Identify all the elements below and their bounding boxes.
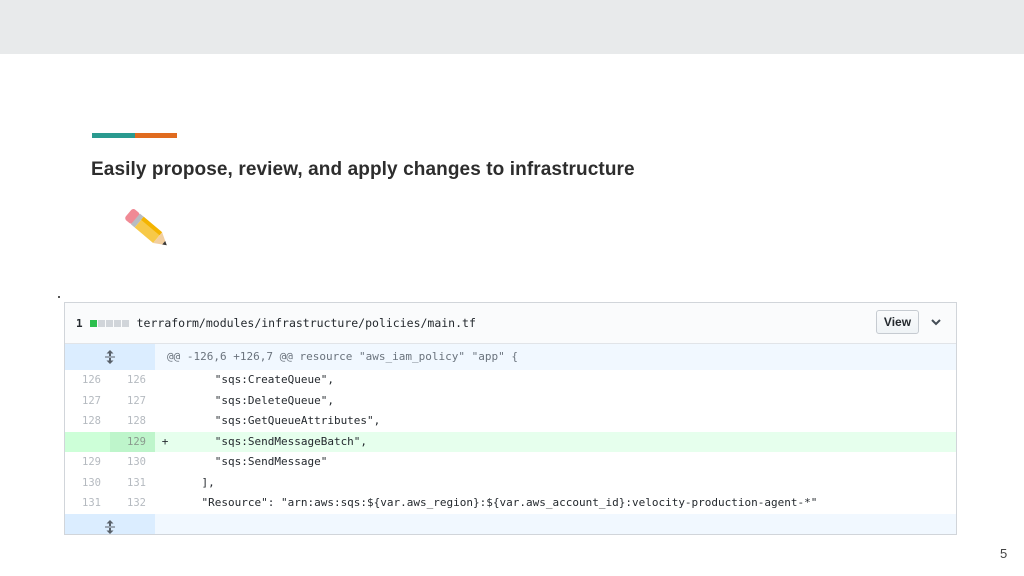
- hunk-footer-row: [65, 513, 956, 534]
- file-path[interactable]: terraform/modules/infrastructure/policie…: [137, 316, 476, 330]
- code-text: "sqs:SendMessage": [175, 455, 328, 468]
- diff-line: 127 127 "sqs:DeleteQueue",: [65, 391, 956, 412]
- old-line-number[interactable]: 129: [65, 452, 110, 473]
- diffstat-neutral-block: [113, 319, 121, 327]
- code-text: "Resource": "arn:aws:sqs:${var.aws_regio…: [175, 496, 818, 509]
- diff-sign: [155, 391, 175, 412]
- diffstat-neutral-block: [105, 319, 113, 327]
- diff-line: 130 131 ],: [65, 473, 956, 494]
- diff-sign: [155, 493, 175, 514]
- diff-sign: [155, 370, 175, 391]
- hunk-header-row: @@ -126,6 +126,7 @@ resource "aws_iam_po…: [65, 344, 956, 370]
- old-line-number[interactable]: [65, 431, 110, 452]
- diff-lines: 126 126 "sqs:CreateQueue", 127 127 "sqs:Del…: [65, 370, 956, 514]
- diffstat-neutral-block: [97, 319, 105, 327]
- diffstat-blocks: [89, 319, 129, 327]
- slide-title: Easily propose, review, and apply change…: [91, 159, 635, 180]
- diff-count: 1: [76, 316, 83, 330]
- expand-down-button[interactable]: [65, 513, 155, 534]
- accent-orange: [135, 133, 177, 138]
- diff-line: 129 130 "sqs:SendMessage": [65, 452, 956, 473]
- code-text: "sqs:GetQueueAttributes",: [175, 414, 381, 427]
- new-line-number[interactable]: 128: [110, 411, 155, 432]
- code-text: "sqs:SendMessageBatch",: [175, 434, 368, 448]
- unfold-icon: [105, 350, 115, 364]
- old-line-number[interactable]: 130: [65, 473, 110, 494]
- code-text: ],: [175, 475, 215, 489]
- chevron-down-icon[interactable]: [929, 315, 943, 329]
- diffstat-added-block: [89, 319, 97, 327]
- diff-file-header: 1 terraform/modules/infrastructure/polic…: [65, 303, 956, 344]
- accent-teal: [92, 133, 135, 138]
- new-line-number[interactable]: 129: [110, 431, 155, 452]
- diff-sign: +: [161, 434, 169, 448]
- new-line-number[interactable]: 130: [110, 452, 155, 473]
- diff-sign: [155, 473, 175, 494]
- expand-up-button[interactable]: [65, 344, 155, 370]
- hunk-header: @@ -126,6 +126,7 @@ resource "aws_iam_po…: [167, 350, 518, 363]
- code-text: "sqs:CreateQueue",: [175, 373, 334, 386]
- new-line-number[interactable]: 126: [110, 370, 155, 391]
- top-band: [0, 0, 1024, 54]
- diff-line: 126 126 "sqs:CreateQueue",: [65, 370, 956, 391]
- new-line-number[interactable]: 131: [110, 473, 155, 494]
- diff-sign: [155, 452, 175, 473]
- title-accent-bar: [92, 133, 177, 138]
- page-number: 5: [1000, 546, 1008, 561]
- diff-line: 128 128 "sqs:GetQueueAttributes",: [65, 411, 956, 432]
- new-line-number[interactable]: 132: [110, 493, 155, 514]
- diff-sign: [155, 411, 175, 432]
- unfold-icon: [105, 520, 115, 534]
- old-line-number[interactable]: 126: [65, 370, 110, 391]
- old-line-number[interactable]: 128: [65, 411, 110, 432]
- diff-line: 131 132 "Resource": "arn:aws:sqs:${var.aw…: [65, 493, 956, 514]
- pencil-icon: [125, 209, 167, 246]
- diff-view: 1 terraform/modules/infrastructure/polic…: [64, 302, 957, 535]
- stray-mark: [58, 296, 60, 298]
- view-file-button[interactable]: View: [876, 310, 919, 334]
- diff-line-added: 129 + "sqs:SendMessageBatch",: [65, 431, 956, 452]
- old-line-number[interactable]: 131: [65, 493, 110, 514]
- new-line-number[interactable]: 127: [110, 391, 155, 412]
- diffstat-neutral-block: [121, 319, 129, 327]
- old-line-number[interactable]: 127: [65, 391, 110, 412]
- code-text: "sqs:DeleteQueue",: [175, 393, 334, 407]
